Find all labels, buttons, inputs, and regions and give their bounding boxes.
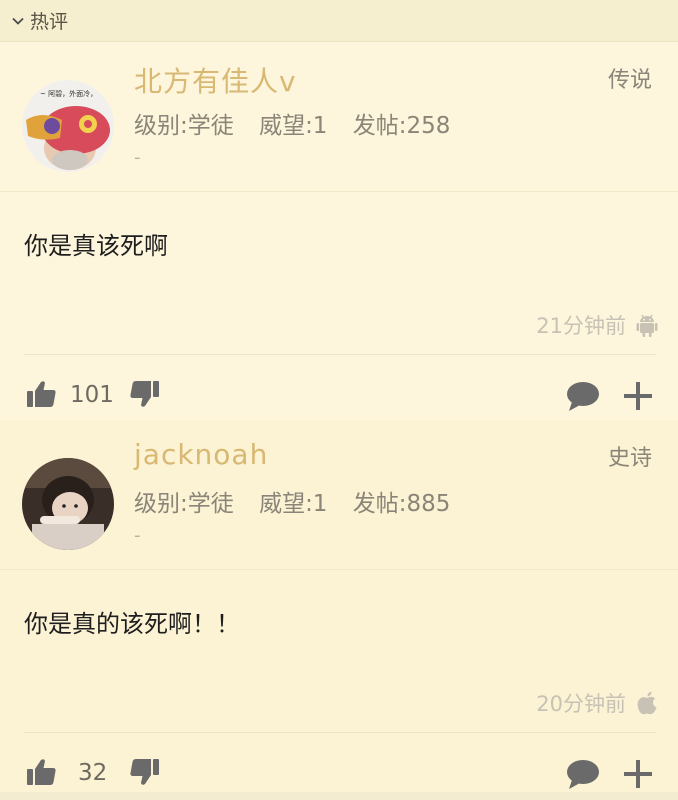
svg-text:~ 阿碧，外面冷，: ~ 阿碧，外面冷，	[40, 89, 97, 98]
user-stats: 级别:学徒 威望:1 发帖:885	[134, 484, 468, 518]
apple-icon	[636, 691, 658, 715]
user-level: 级别:学徒	[134, 113, 234, 139]
dislike-button[interactable]	[128, 756, 160, 788]
dislike-button[interactable]	[128, 378, 160, 410]
android-icon	[636, 313, 658, 337]
add-icon[interactable]	[622, 758, 654, 790]
comment-author-row: ~ 阿碧，外面冷， 北方有佳人v 级别:学徒 威望:1 发帖:258 - 传说	[0, 42, 678, 192]
bottom-divider	[0, 792, 678, 800]
user-stats: 级别:学徒 威望:1 发帖:258	[134, 106, 468, 140]
like-button[interactable]	[26, 756, 58, 788]
like-count: 32	[78, 760, 108, 786]
comment-time: 20分钟前	[536, 692, 626, 716]
divider	[24, 732, 656, 733]
comment-meta: 21分钟前	[536, 310, 658, 340]
add-icon[interactable]	[622, 380, 654, 412]
avatar[interactable]: ~ 阿碧，外面冷，	[22, 80, 114, 172]
user-prestige: 威望:1	[259, 113, 328, 139]
comment-actions: 32	[0, 756, 678, 796]
reply-icon[interactable]	[566, 380, 600, 412]
comment-time: 21分钟前	[536, 314, 626, 338]
comment-text: 你是真的该死啊！！	[24, 610, 240, 638]
comment-text: 你是真该死啊	[24, 232, 168, 260]
comment-card: ~ 阿碧，外面冷， 北方有佳人v 级别:学徒 威望:1 发帖:258 - 传说 …	[0, 42, 678, 420]
comment-meta: 20分钟前	[536, 688, 658, 718]
chevron-down-icon	[10, 13, 26, 29]
section-title: 热评	[30, 11, 69, 33]
divider	[24, 354, 656, 355]
hot-comments-header[interactable]: 热评	[0, 0, 678, 42]
user-signature: -	[134, 147, 141, 168]
reply-icon[interactable]	[566, 758, 600, 790]
user-rank-badge: 史诗	[607, 446, 652, 471]
user-signature: -	[134, 525, 141, 546]
user-posts: 发帖:885	[352, 491, 451, 517]
avatar[interactable]	[22, 458, 114, 550]
user-level: 级别:学徒	[134, 491, 234, 517]
comment-actions: 101	[0, 378, 678, 418]
comment-card: jacknoah 级别:学徒 威望:1 发帖:885 - 史诗 你是真的该死啊！…	[0, 420, 678, 800]
user-rank-badge: 传说	[607, 68, 652, 93]
user-prestige: 威望:1	[259, 491, 328, 517]
user-posts: 发帖:258	[352, 113, 451, 139]
comment-author-row: jacknoah 级别:学徒 威望:1 发帖:885 - 史诗	[0, 420, 678, 570]
like-count: 101	[70, 382, 114, 408]
username[interactable]: 北方有佳人v	[134, 60, 297, 100]
like-button[interactable]	[26, 378, 58, 410]
username[interactable]: jacknoah	[134, 438, 268, 471]
